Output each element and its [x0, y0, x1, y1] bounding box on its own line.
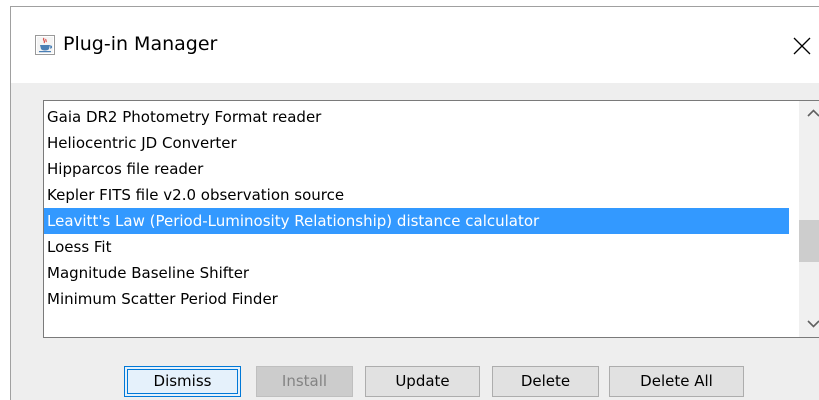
close-icon: [793, 37, 811, 55]
scroll-up-button[interactable]: [799, 101, 819, 127]
plugin-list[interactable]: Gaia DR2 Photometry Format reader Helioce…: [44, 104, 789, 312]
plugin-list-item[interactable]: Kepler FITS file v2.0 observation source: [44, 182, 789, 208]
delete-button[interactable]: Delete: [492, 366, 599, 397]
chevron-up-icon: [807, 109, 819, 117]
update-button-label: Update: [395, 372, 450, 390]
install-button: Install: [256, 366, 353, 397]
plugin-list-item[interactable]: Loess Fit: [44, 234, 789, 260]
plugin-list-panel: Gaia DR2 Photometry Format reader Helioce…: [43, 100, 819, 338]
title-bar[interactable]: Plug-in Manager: [11, 7, 819, 83]
java-app-icon: [35, 35, 55, 55]
plugin-list-item[interactable]: Hipparcos file reader: [44, 156, 789, 182]
chevron-down-icon: [807, 320, 819, 328]
plugin-list-item[interactable]: Heliocentric JD Converter: [44, 130, 789, 156]
install-button-label: Install: [281, 372, 328, 390]
scroll-down-button[interactable]: [799, 311, 819, 337]
plugin-list-item[interactable]: Gaia DR2 Photometry Format reader: [44, 104, 789, 130]
delete-button-label: Delete: [520, 372, 571, 390]
dismiss-button[interactable]: Dismiss: [124, 366, 241, 397]
window-title: Plug-in Manager: [63, 33, 218, 55]
plugin-manager-dialog: Plug-in Manager Gaia DR2 Photometry Form…: [10, 6, 819, 400]
button-row: Dismiss Install Update Delete Delete All: [11, 366, 819, 400]
delete-all-button[interactable]: Delete All: [609, 366, 744, 397]
update-button[interactable]: Update: [365, 366, 480, 397]
close-button[interactable]: [785, 29, 819, 61]
plugin-list-item[interactable]: Leavitt's Law (Period-Luminosity Relatio…: [44, 208, 789, 234]
scroll-thumb[interactable]: [799, 220, 819, 262]
screen: Plug-in Manager Gaia DR2 Photometry Form…: [0, 0, 819, 400]
vertical-scrollbar[interactable]: [799, 101, 819, 337]
delete-all-button-label: Delete All: [640, 372, 713, 390]
focus-ring: [127, 369, 238, 394]
plugin-list-item[interactable]: Minimum Scatter Period Finder: [44, 286, 789, 312]
plugin-list-item[interactable]: Magnitude Baseline Shifter: [44, 260, 789, 286]
